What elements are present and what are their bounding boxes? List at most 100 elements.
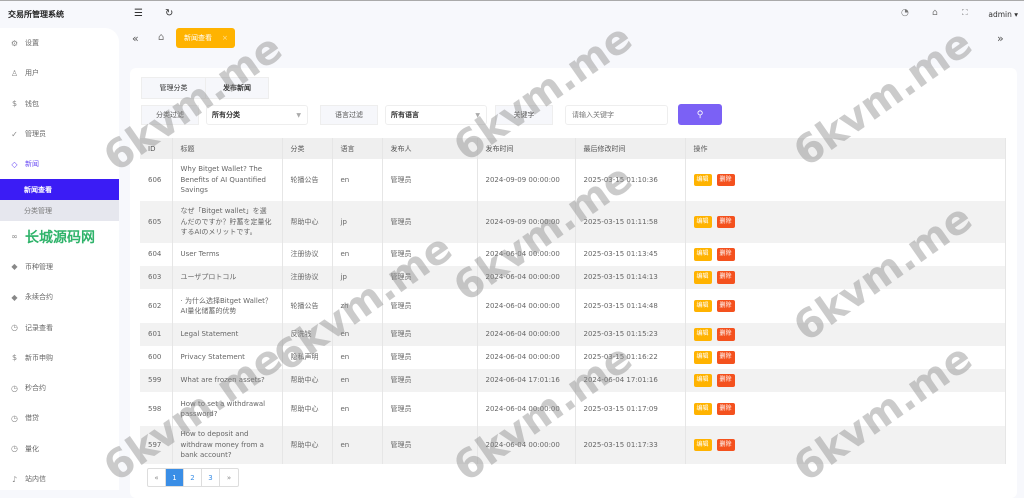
- page-2[interactable]: 2: [184, 469, 202, 486]
- table-cell: 2025-03-15 01:10:36: [575, 159, 686, 201]
- delete-button[interactable]: 删除: [716, 438, 735, 451]
- sidebar-item[interactable]: ∞ 长城源码网: [0, 221, 119, 251]
- actions-cell: 编辑 删除: [685, 346, 1006, 369]
- sidebar-item-label: 量化: [25, 444, 39, 453]
- sidebar-item-label: 长城源码网: [25, 229, 95, 246]
- edit-button[interactable]: 编辑: [693, 402, 712, 416]
- table-cell: en: [332, 392, 383, 426]
- table-cell: 2025-03-15 01:11:58: [575, 201, 686, 243]
- sidebar-sub-news-view[interactable]: 新闻查看: [0, 179, 119, 201]
- edit-button[interactable]: 编辑: [693, 351, 712, 364]
- table-cell: 2024-06-04 17:01:16: [477, 369, 576, 392]
- clock-icon: ◷: [11, 413, 18, 423]
- news-table: ID 标题 分类 语言 发布人 发布时间 最后修改时间 操作 606 Why Bitget Wa…: [140, 138, 1006, 464]
- delete-button[interactable]: 删除: [716, 374, 735, 387]
- table-cell: Privacy Statement: [172, 346, 283, 369]
- delete-button[interactable]: 删除: [716, 351, 735, 364]
- refresh-icon[interactable]: ↻: [165, 8, 173, 19]
- actions-cell: 编辑 删除: [685, 289, 1006, 323]
- table-cell: Why Bitget Wallet? The Benefits of AI Qu…: [172, 159, 283, 201]
- delete-button[interactable]: 删除: [716, 299, 735, 313]
- table-cell: 2025-03-15 01:17:09: [575, 392, 686, 426]
- edit-button[interactable]: 编辑: [693, 271, 712, 284]
- delete-button[interactable]: 删除: [716, 402, 735, 416]
- table-cell: 2024-06-04 00:00:00: [477, 392, 576, 426]
- table-cell: Legal Statement: [172, 323, 283, 346]
- sidebar-item[interactable]: ◇ 新闻: [0, 149, 119, 179]
- language-value: 所有语言: [391, 111, 419, 119]
- table-cell: 604: [140, 243, 173, 266]
- page-next[interactable]: »: [220, 469, 238, 486]
- delete-button[interactable]: 删除: [716, 215, 735, 229]
- table-cell: 2025-03-15 01:15:23: [575, 323, 686, 346]
- scroll-left-icon[interactable]: «: [132, 32, 139, 45]
- edit-button[interactable]: 编辑: [693, 299, 712, 313]
- sidebar-item[interactable]: $ 新币申购: [0, 343, 119, 373]
- table-cell: en: [332, 346, 383, 369]
- manage-category-button[interactable]: 管理分类: [142, 78, 205, 98]
- table-cell: en: [332, 369, 383, 392]
- delete-button[interactable]: 删除: [716, 248, 735, 261]
- edit-button[interactable]: 编辑: [693, 248, 712, 261]
- page-prev[interactable]: «: [148, 469, 166, 486]
- edit-button[interactable]: 编辑: [693, 438, 712, 451]
- actions-cell: 编辑 删除: [685, 323, 1006, 346]
- search-button[interactable]: ⚲: [678, 104, 722, 125]
- sidebar-item[interactable]: ⚙ 设置: [0, 28, 119, 58]
- table-cell: 598: [140, 392, 173, 426]
- delete-button[interactable]: 删除: [716, 173, 735, 187]
- theme-icon[interactable]: ◔: [901, 8, 909, 18]
- table-cell: 2024-06-04 00:00:00: [477, 289, 576, 323]
- keyword-input[interactable]: 请输入关键字: [565, 105, 668, 125]
- table-cell: en: [332, 159, 383, 201]
- column-header: 语言: [332, 138, 383, 159]
- sidebar-item[interactable]: ◷ 量化: [0, 434, 119, 464]
- home-icon[interactable]: ⌂: [158, 32, 164, 43]
- pagination: « 1 2 3 »: [147, 468, 239, 487]
- actions-cell: 编辑 删除: [685, 243, 1006, 266]
- table-cell: en: [332, 426, 383, 464]
- table-cell: en: [332, 243, 383, 266]
- column-header: 分类: [282, 138, 333, 159]
- edit-button[interactable]: 编辑: [693, 215, 712, 229]
- sidebar-sub-category-manage[interactable]: 分类管理: [0, 200, 119, 222]
- user-menu[interactable]: admin ▾: [988, 10, 1018, 19]
- sidebar-item[interactable]: ◷ 记录查看: [0, 312, 119, 342]
- table-cell: 反洗钱: [282, 323, 333, 346]
- tag-icon[interactable]: ⌂: [932, 8, 938, 18]
- table-cell: zh: [332, 289, 383, 323]
- category-select[interactable]: 所有分类 ▼: [206, 105, 308, 125]
- sidebar-item[interactable]: ◷ 借贷: [0, 403, 119, 433]
- table-cell: 管理员: [382, 266, 478, 289]
- delete-button[interactable]: 删除: [716, 271, 735, 284]
- sidebar-item[interactable]: ◆ 币种管理: [0, 252, 119, 282]
- delete-button[interactable]: 删除: [716, 328, 735, 341]
- table-row: 604 User Terms 注册协议 en 管理员 2024-06-04 00:00:0…: [140, 243, 1006, 266]
- table-cell: 管理员: [382, 392, 478, 426]
- table-row: 599 What are frozen assets? 帮助中心 en 管理员 2024-…: [140, 369, 1006, 392]
- menu-collapse-icon[interactable]: ☰: [134, 8, 143, 19]
- sidebar-item[interactable]: $ 钱包: [0, 89, 119, 119]
- column-header: 发布时间: [477, 138, 576, 159]
- sidebar-item-label: 币种管理: [25, 262, 53, 271]
- sidebar-item[interactable]: ◆ 永续合约: [0, 282, 119, 312]
- sidebar-item[interactable]: ✓ 管理员: [0, 119, 119, 149]
- column-header: 标题: [172, 138, 283, 159]
- fullscreen-icon[interactable]: ⛶: [962, 8, 968, 18]
- scroll-right-icon[interactable]: »: [997, 32, 1004, 45]
- table-cell: 2024-06-04 00:00:00: [477, 243, 576, 266]
- edit-button[interactable]: 编辑: [693, 328, 712, 341]
- tab-news-view[interactable]: 新闻查看 ×: [176, 28, 235, 48]
- sidebar-item[interactable]: ◷ 秒合约: [0, 373, 119, 403]
- page-1[interactable]: 1: [166, 469, 184, 486]
- language-select[interactable]: 所有语言 ▼: [385, 105, 487, 125]
- close-icon[interactable]: ×: [222, 34, 228, 42]
- user-icon: ♙: [10, 68, 19, 78]
- action-buttons: 管理分类 发布新闻: [141, 77, 269, 99]
- table-cell: 轮播公告: [282, 159, 333, 201]
- edit-button[interactable]: 编辑: [693, 374, 712, 387]
- sidebar-item[interactable]: ♙ 用户: [0, 58, 119, 88]
- publish-news-button[interactable]: 发布新闻: [205, 78, 268, 98]
- edit-button[interactable]: 编辑: [693, 173, 712, 187]
- page-3[interactable]: 3: [202, 469, 220, 486]
